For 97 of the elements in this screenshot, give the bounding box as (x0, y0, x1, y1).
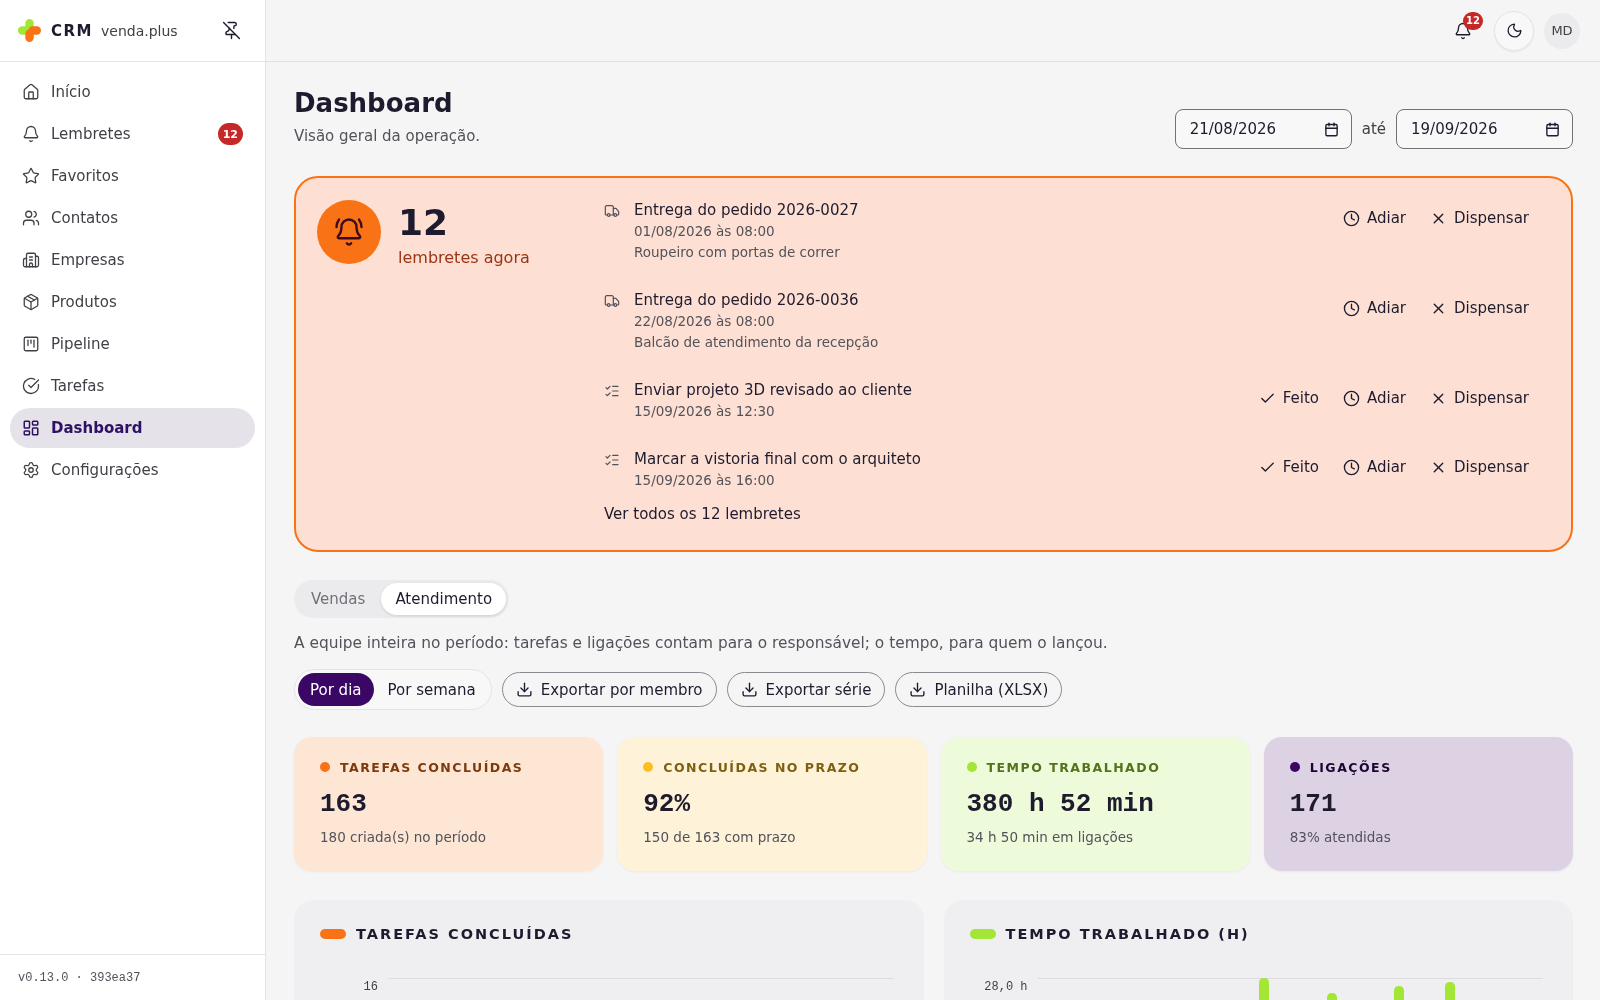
done-button[interactable]: Feito (1250, 451, 1327, 483)
sidebar-item[interactable]: Pipeline (10, 324, 255, 364)
stat-label: CONCLUÍDAS NO PRAZO (663, 759, 861, 775)
settings-icon (22, 461, 40, 479)
truck-icon (604, 203, 620, 219)
stat-label: LIGAÇÕES (1309, 759, 1392, 775)
stat-value: 171 (1289, 789, 1338, 819)
stat-value: 163 (320, 789, 368, 819)
dashboard-icon (22, 419, 40, 437)
reminder-note: Roupeiro com portas de correr (634, 243, 841, 262)
logo-icon (18, 19, 41, 42)
reminder-time: 15/09/2026 às 12:30 (634, 402, 776, 421)
version-text: v0.13.0 · 393ea37 (18, 970, 141, 985)
tab[interactable]: Atendimento (381, 583, 507, 615)
axis-tick-label: 28,0 h (983, 979, 1028, 995)
notifications-button[interactable]: 12 (1442, 9, 1484, 52)
date-field[interactable]: 21/08/2026 (1174, 109, 1352, 149)
chart-title: TAREFAS CONCLUÍDAS (356, 926, 574, 942)
chart-bar (1393, 986, 1404, 1000)
download-icon (909, 681, 927, 698)
reminder-title: Enviar projeto 3D revisado ao cliente (634, 380, 913, 401)
dismiss-button[interactable]: Dispensar (1422, 382, 1537, 414)
sidebar-item[interactable]: Favoritos (10, 156, 255, 196)
done-button[interactable]: Feito (1250, 382, 1327, 414)
stat-label: TEMPO TRABALHADO (986, 759, 1161, 775)
sidebar-item[interactable]: Dashboard (10, 408, 255, 448)
stat-detail: 180 criada(s) no período (320, 828, 488, 846)
clock-icon (1343, 458, 1360, 476)
sidebar-item[interactable]: Tarefas (10, 366, 255, 406)
date-field[interactable]: 19/09/2026 (1396, 109, 1573, 149)
avatar[interactable]: MD (1544, 12, 1580, 49)
reminder-note: Balcão de atendimento da recepção (634, 333, 880, 352)
chart-bar (1326, 993, 1337, 1000)
clock-icon (1343, 209, 1360, 227)
calendar-icon (1545, 121, 1560, 137)
period-option[interactable]: Por dia (298, 673, 374, 706)
check-circle-icon (22, 377, 40, 395)
package-icon (22, 293, 40, 311)
snooze-button[interactable]: Adiar (1335, 382, 1415, 414)
stat-label: TAREFAS CONCLUÍDAS (340, 759, 524, 775)
users-icon (22, 209, 40, 227)
sidebar-item[interactable]: Lembretes 12 (10, 114, 255, 154)
clock-icon (1343, 389, 1360, 407)
reminder-title: Entrega do pedido 2026-0036 (634, 290, 860, 311)
truck-icon (604, 293, 620, 309)
stat-detail: 83% atendidas (1289, 828, 1392, 846)
page-title: Dashboard (294, 88, 454, 118)
stat-value: 380 h 52 min (966, 789, 1155, 819)
sidebar-item[interactable]: Empresas (10, 240, 255, 280)
theme-toggle-button[interactable] (1494, 10, 1534, 51)
building-icon (22, 251, 40, 269)
sidebar-item[interactable]: Produtos (10, 282, 255, 322)
date-separator: até (1361, 120, 1386, 138)
snooze-button[interactable]: Adiar (1335, 292, 1415, 324)
brand-name: CRM (51, 21, 93, 40)
chart-bar (1258, 978, 1269, 1000)
page-subtitle: Visão geral da operação. (294, 126, 480, 146)
checklist-icon (604, 383, 620, 399)
stat-value: 92% (643, 789, 692, 819)
reminder-count: 12 (398, 203, 450, 243)
star-icon (22, 167, 40, 185)
chart-title: TEMPO TRABALHADO (H) (1005, 926, 1250, 942)
calendar-icon (1323, 121, 1339, 137)
moon-icon (1505, 22, 1523, 39)
sidebar-item[interactable]: Configurações (10, 450, 255, 490)
dismiss-button[interactable]: Dispensar (1422, 292, 1537, 324)
sidebar-item[interactable]: Contatos (10, 198, 255, 238)
checklist-icon (604, 452, 620, 468)
kanban-icon (22, 335, 40, 353)
reminder-time: 01/08/2026 às 08:00 (634, 222, 776, 241)
reminder-time: 15/09/2026 às 16:00 (634, 471, 776, 490)
dismiss-button[interactable]: Dispensar (1422, 202, 1537, 234)
description-text: A equipe inteira no período: tarefas e ligações contam para o responsável; o tempo, para quem o lançou. (294, 633, 1109, 653)
reminder-title: Entrega do pedido 2026-0027 (634, 200, 860, 221)
pin-off-icon[interactable] (222, 21, 241, 40)
stat-detail: 150 de 163 com prazo (643, 828, 797, 846)
dismiss-button[interactable]: Dispensar (1422, 451, 1537, 483)
snooze-button[interactable]: Adiar (1335, 451, 1415, 483)
bell-icon (22, 125, 40, 143)
stat-detail: 34 h 50 min em ligações (966, 828, 1135, 846)
sidebar-item[interactable]: Início (10, 72, 255, 112)
chart-bar (1444, 982, 1455, 1000)
download-icon (740, 681, 758, 698)
count-badge: 12 (1463, 11, 1483, 30)
period-option[interactable]: Por semana (375, 673, 488, 706)
count-badge: 12 (217, 123, 243, 145)
snooze-button[interactable]: Adiar (1335, 202, 1415, 234)
axis-tick-label: 16 (362, 979, 378, 995)
clock-icon (1343, 299, 1360, 317)
view-all-link[interactable]: Ver todos os 12 lembretes (604, 504, 801, 525)
reminder-title: Marcar a vistoria final com o arquiteto (634, 449, 922, 470)
house-icon (22, 83, 40, 101)
tab[interactable]: Vendas (297, 583, 380, 615)
reminder-count-label: lembretes agora (398, 247, 530, 269)
reminder-time: 22/08/2026 às 08:00 (634, 312, 776, 331)
product-name: venda.plus (101, 22, 178, 39)
download-icon (515, 681, 533, 698)
